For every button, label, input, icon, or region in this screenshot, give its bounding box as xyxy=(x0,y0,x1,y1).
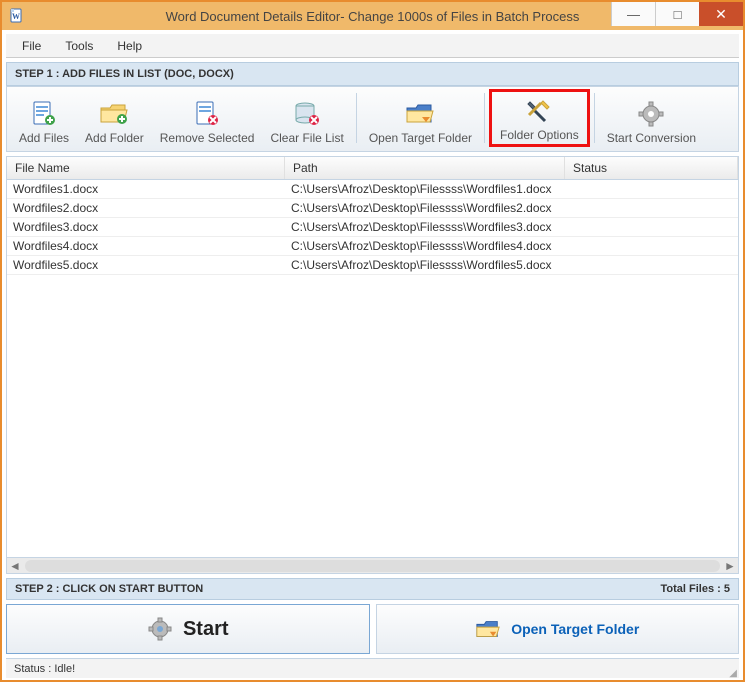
step2-label: STEP 2 : CLICK ON START BUTTON xyxy=(15,583,203,595)
cell-path: C:\Users\Afroz\Desktop\Filessss\Wordfile… xyxy=(285,199,565,217)
open-target-folder-big-button[interactable]: Open Target Folder xyxy=(376,604,740,654)
folder-open-icon xyxy=(475,616,501,642)
app-icon: W xyxy=(8,8,24,24)
add-files-label: Add Files xyxy=(19,131,69,145)
start-button[interactable]: Start xyxy=(6,604,370,654)
cell-filename: Wordfiles3.docx xyxy=(7,218,285,236)
cell-status xyxy=(565,187,738,191)
horizontal-scrollbar[interactable]: ◄ ► xyxy=(6,558,739,574)
col-path[interactable]: Path xyxy=(285,157,565,179)
cell-path: C:\Users\Afroz\Desktop\Filessss\Wordfile… xyxy=(285,180,565,198)
gear-icon xyxy=(147,616,173,642)
remove-selected-label: Remove Selected xyxy=(160,131,255,145)
grid-body[interactable]: Wordfiles1.docxC:\Users\Afroz\Desktop\Fi… xyxy=(7,180,738,557)
maximize-button[interactable]: □ xyxy=(655,2,699,26)
col-filename[interactable]: File Name xyxy=(7,157,285,179)
toolbar-separator xyxy=(484,93,485,143)
file-add-icon xyxy=(26,99,62,129)
add-files-button[interactable]: Add Files xyxy=(11,89,77,147)
gear-icon xyxy=(633,99,669,129)
clear-file-list-button[interactable]: Clear File List xyxy=(262,89,351,147)
toolbar-separator xyxy=(594,93,595,143)
open-target-folder-button[interactable]: Open Target Folder xyxy=(361,89,480,147)
file-list: File Name Path Status Wordfiles1.docxC:\… xyxy=(6,156,739,558)
tools-icon xyxy=(521,96,557,126)
minimize-button[interactable]: — xyxy=(611,2,655,26)
table-row[interactable]: Wordfiles5.docxC:\Users\Afroz\Desktop\Fi… xyxy=(7,256,738,275)
table-row[interactable]: Wordfiles3.docxC:\Users\Afroz\Desktop\Fi… xyxy=(7,218,738,237)
add-folder-button[interactable]: Add Folder xyxy=(77,89,152,147)
folder-options-button[interactable]: Folder Options xyxy=(489,89,590,147)
status-bar: Status : Idle! ◢ xyxy=(6,658,739,678)
cell-filename: Wordfiles2.docx xyxy=(7,199,285,217)
scroll-left-icon[interactable]: ◄ xyxy=(7,559,23,573)
toolbar-separator xyxy=(356,93,357,143)
cell-path: C:\Users\Afroz\Desktop\Filessss\Wordfile… xyxy=(285,237,565,255)
menu-tools[interactable]: Tools xyxy=(55,36,103,56)
title-bar[interactable]: W Word Document Details Editor- Change 1… xyxy=(2,2,743,30)
menu-bar: File Tools Help xyxy=(6,34,739,58)
col-status[interactable]: Status xyxy=(565,157,738,179)
start-button-label: Start xyxy=(183,618,229,641)
cell-filename: Wordfiles1.docx xyxy=(7,180,285,198)
file-remove-icon xyxy=(189,99,225,129)
start-conversion-label: Start Conversion xyxy=(607,131,696,145)
cell-status xyxy=(565,206,738,210)
resize-grip-icon[interactable]: ◢ xyxy=(729,671,737,677)
open-target-folder-label: Open Target Folder xyxy=(369,131,472,145)
table-row[interactable]: Wordfiles4.docxC:\Users\Afroz\Desktop\Fi… xyxy=(7,237,738,256)
scroll-track[interactable] xyxy=(25,560,720,572)
cell-status xyxy=(565,225,738,229)
folder-add-icon xyxy=(96,99,132,129)
folder-options-label: Folder Options xyxy=(500,128,579,142)
clear-list-icon xyxy=(289,99,325,129)
menu-help[interactable]: Help xyxy=(107,36,152,56)
cell-path: C:\Users\Afroz\Desktop\Filessss\Wordfile… xyxy=(285,256,565,274)
add-folder-label: Add Folder xyxy=(85,131,144,145)
cell-status xyxy=(565,263,738,267)
action-buttons: Start Open Target Folder xyxy=(6,604,739,654)
window-controls: — □ ✕ xyxy=(611,2,743,26)
app-window: W Word Document Details Editor- Change 1… xyxy=(0,0,745,682)
start-conversion-button[interactable]: Start Conversion xyxy=(599,89,704,147)
cell-filename: Wordfiles4.docx xyxy=(7,237,285,255)
remove-selected-button[interactable]: Remove Selected xyxy=(152,89,263,147)
folder-open-icon xyxy=(402,99,438,129)
cell-filename: Wordfiles5.docx xyxy=(7,256,285,274)
step2-bar: STEP 2 : CLICK ON START BUTTON Total Fil… xyxy=(6,578,739,600)
status-text: Status : Idle! xyxy=(14,663,75,675)
menu-file[interactable]: File xyxy=(12,36,51,56)
step1-label: STEP 1 : ADD FILES IN LIST (DOC, DOCX) xyxy=(6,62,739,86)
table-row[interactable]: Wordfiles2.docxC:\Users\Afroz\Desktop\Fi… xyxy=(7,199,738,218)
table-row[interactable]: Wordfiles1.docxC:\Users\Afroz\Desktop\Fi… xyxy=(7,180,738,199)
scroll-right-icon[interactable]: ► xyxy=(722,559,738,573)
grid-header: File Name Path Status xyxy=(7,157,738,180)
total-files-label: Total Files : 5 xyxy=(661,583,730,595)
cell-status xyxy=(565,244,738,248)
toolbar: Add Files Add Folder Remove Selected Cle… xyxy=(6,86,739,152)
cell-path: C:\Users\Afroz\Desktop\Filessss\Wordfile… xyxy=(285,218,565,236)
svg-text:W: W xyxy=(12,12,20,21)
close-button[interactable]: ✕ xyxy=(699,2,743,26)
clear-file-list-label: Clear File List xyxy=(270,131,343,145)
open-target-folder-big-label: Open Target Folder xyxy=(511,621,639,637)
